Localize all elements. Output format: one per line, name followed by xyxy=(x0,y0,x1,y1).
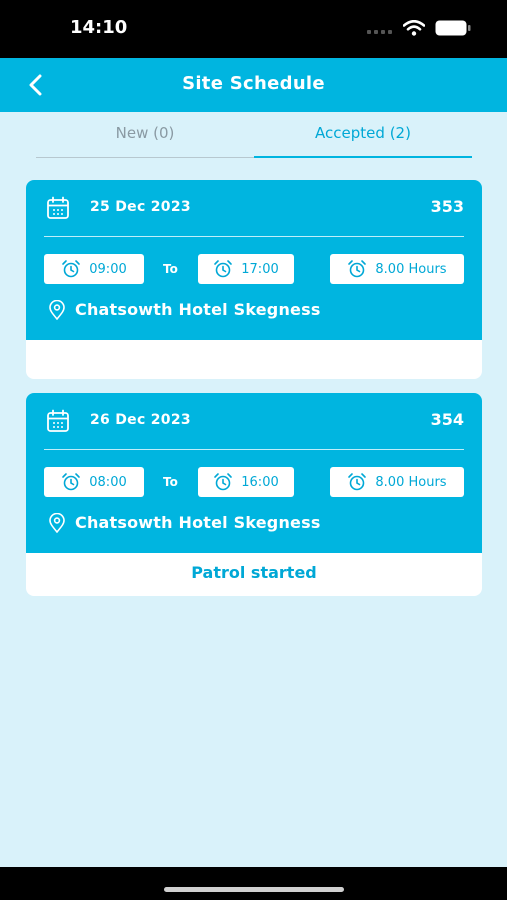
status-icons xyxy=(367,20,471,36)
to-label: To xyxy=(163,475,178,489)
schedule-date: 25 Dec 2023 xyxy=(90,199,191,215)
alarm-clock-icon xyxy=(348,473,367,491)
duration-pill: 8.00 Hours xyxy=(330,467,464,497)
schedule-location: Chatsowth Hotel Skegness xyxy=(75,513,321,532)
tab-new[interactable]: New (0) xyxy=(36,112,254,158)
tab-accepted[interactable]: Accepted (2) xyxy=(254,112,472,158)
duration: 8.00 Hours xyxy=(375,261,447,277)
location-pin-icon xyxy=(49,300,65,320)
page-title: Site Schedule xyxy=(182,73,325,94)
schedule-card[interactable]: 26 Dec 2023 354 08:00 To 16:00 8.00 Hour… xyxy=(26,393,482,596)
end-time: 16:00 xyxy=(241,474,279,490)
alarm-clock-icon xyxy=(62,473,81,491)
end-time-pill: 16:00 xyxy=(198,467,294,497)
schedule-card[interactable]: 25 Dec 2023 353 09:00 To 17:00 8.00 Hour… xyxy=(26,180,482,379)
alarm-clock-icon xyxy=(62,260,81,278)
schedule-card-header: 25 Dec 2023 353 09:00 To 17:00 8.00 Hour… xyxy=(26,180,482,340)
battery-icon xyxy=(435,20,471,36)
alarm-clock-icon xyxy=(214,260,233,278)
end-time: 17:00 xyxy=(241,261,279,277)
start-time-pill: 09:00 xyxy=(44,254,144,284)
duration: 8.00 Hours xyxy=(375,474,447,490)
schedule-card-header: 26 Dec 2023 354 08:00 To 16:00 8.00 Hour… xyxy=(26,393,482,553)
schedule-location: Chatsowth Hotel Skegness xyxy=(75,300,321,319)
wifi-icon xyxy=(403,20,425,36)
schedule-number: 354 xyxy=(430,410,464,429)
start-time: 09:00 xyxy=(89,261,127,277)
location-pin-icon xyxy=(49,513,65,533)
status-bar: 14:10 xyxy=(0,0,507,58)
home-indicator[interactable] xyxy=(164,887,344,892)
to-label: To xyxy=(163,262,178,276)
screen: Site Schedule New (0) Accepted (2) 25 De… xyxy=(0,58,507,867)
divider xyxy=(44,236,464,237)
start-time-pill: 08:00 xyxy=(44,467,144,497)
schedule-number: 353 xyxy=(430,197,464,216)
home-bar-area xyxy=(0,867,507,900)
alarm-clock-icon xyxy=(348,260,367,278)
calendar-icon xyxy=(47,196,69,219)
status-time: 14:10 xyxy=(70,17,128,38)
divider xyxy=(44,449,464,450)
tab-bar: New (0) Accepted (2) xyxy=(36,112,472,158)
schedule-date: 26 Dec 2023 xyxy=(90,412,191,428)
duration-pill: 8.00 Hours xyxy=(330,254,464,284)
schedule-status xyxy=(26,340,482,379)
end-time-pill: 17:00 xyxy=(198,254,294,284)
signal-icon xyxy=(367,30,392,34)
alarm-clock-icon xyxy=(214,473,233,491)
calendar-icon xyxy=(47,409,69,432)
app-header: Site Schedule xyxy=(0,58,507,112)
start-time: 08:00 xyxy=(89,474,127,490)
patrol-started-button[interactable]: Patrol started xyxy=(26,553,482,596)
